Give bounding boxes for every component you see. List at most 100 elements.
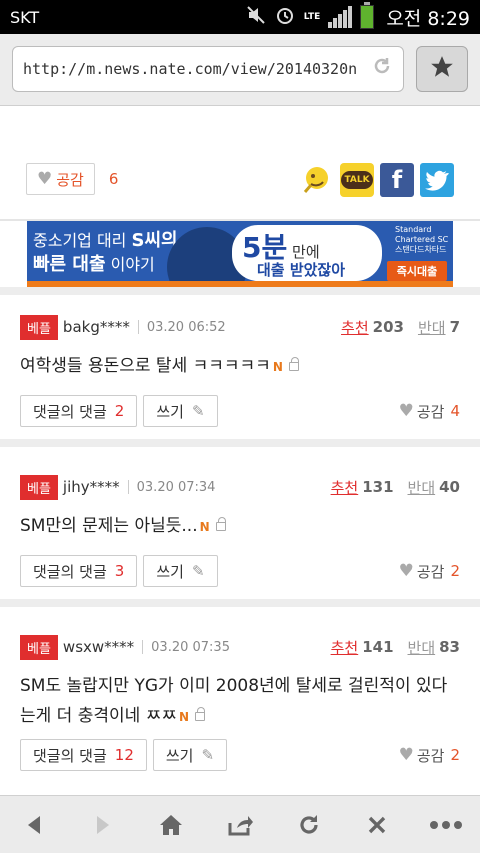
kakaotalk-icon[interactable]: TALK: [340, 163, 374, 197]
heart-icon: ♥: [37, 169, 53, 189]
bookmark-button[interactable]: [416, 46, 468, 92]
reply-count: 12: [114, 746, 134, 764]
comment-text: 여학생들 용돈으로 탈세 ㅋㅋㅋㅋㅋ N: [20, 351, 460, 382]
comment-header: 베플 wsxw**** 03.20 07:35 추천 141 반대 83: [20, 634, 460, 660]
comment-like-button[interactable]: ♥ 공감 2: [399, 561, 460, 582]
lock-icon: [215, 516, 226, 531]
reply-button[interactable]: 댓글의 댓글 3: [20, 555, 138, 587]
comment-date: 03.20 07:34: [136, 479, 216, 495]
sponsor-logo: Standard Chartered SC 스탠다드차타드: [395, 225, 449, 254]
article-like-label: 공감: [56, 170, 84, 189]
comment-like-count: 2: [450, 746, 460, 764]
divider: [0, 599, 480, 607]
reload-icon[interactable]: [371, 55, 393, 83]
article-like-button[interactable]: ♥ 공감: [26, 163, 95, 195]
vote-box: 추천 203 반대 7: [341, 317, 460, 338]
refresh-button[interactable]: [279, 800, 339, 850]
star-icon: [429, 54, 455, 84]
divider: [137, 320, 139, 334]
oppose-count: 40: [439, 478, 460, 496]
recommend-count: 203: [372, 318, 404, 336]
article-like-bar: ♥ 공감 6: [26, 163, 118, 195]
heart-icon: ♥: [398, 745, 414, 765]
comment-actions: 댓글의 댓글 3 쓰기 ✎ ♥ 공감 2: [20, 555, 460, 587]
facebook-icon[interactable]: f: [380, 163, 414, 197]
share-icon: [228, 815, 253, 835]
vote-box: 추천 141 반대 83: [331, 637, 460, 658]
home-icon: [160, 814, 183, 835]
banner-subline: 대출 받았잖아: [257, 261, 346, 279]
divider: [0, 439, 480, 447]
recommend-link[interactable]: 추천: [331, 477, 359, 498]
lock-icon: [288, 356, 299, 371]
comment-date: 03.20 06:52: [146, 319, 226, 335]
recommend-link[interactable]: 추천: [341, 317, 369, 338]
best-badge: 베플: [20, 634, 58, 660]
recommend-count: 131: [362, 478, 394, 496]
pencil-icon: ✎: [191, 402, 205, 420]
comment-header: 베플 bakg**** 03.20 06:52 추천 203 반대 7: [20, 314, 460, 340]
article-like-count: 6: [108, 170, 119, 188]
oppose-link[interactable]: 반대: [418, 317, 446, 338]
recommend-count: 141: [362, 638, 394, 656]
comment-user[interactable]: jihy****: [63, 478, 120, 496]
write-reply-button[interactable]: 쓰기 ✎: [143, 395, 218, 427]
oppose-link[interactable]: 반대: [408, 477, 436, 498]
comment-actions: 댓글의 댓글 2 쓰기 ✎ ♥ 공감 4: [20, 395, 460, 427]
carrier-label: SKT: [10, 7, 40, 27]
more-button[interactable]: [416, 800, 476, 850]
comment-like-count: 2: [450, 562, 460, 580]
back-button[interactable]: [4, 800, 64, 850]
twitter-icon[interactable]: [420, 163, 454, 197]
kakaostory-icon[interactable]: [300, 163, 334, 197]
divider: [142, 640, 144, 654]
oppose-count: 7: [449, 318, 460, 336]
forward-button[interactable]: [73, 800, 133, 850]
close-icon: [368, 816, 386, 833]
address-bar[interactable]: http://m.news.nate.com/view/20140320n: [12, 46, 404, 92]
best-badge: 베플: [20, 314, 58, 340]
oppose-count: 83: [439, 638, 460, 656]
close-button[interactable]: [347, 800, 407, 850]
share-buttons: TALK f: [300, 163, 454, 197]
banner-cta-button[interactable]: 즉시대출: [387, 261, 447, 281]
reply-button[interactable]: 댓글의 댓글 2: [20, 395, 138, 427]
comment-user[interactable]: bakg****: [63, 318, 130, 336]
ad-banner[interactable]: 중소기업 대리 S씨의 빠른 대출 이야기 5분 만에 대출 받았잖아 Stan…: [27, 221, 453, 287]
page-content: ♥ 공감 6 TALK f 중소기업 대리 S씨의 빠른 대출 이야기 5분 만…: [0, 107, 480, 795]
forward-icon: [96, 815, 109, 834]
more-icon: [429, 820, 462, 829]
mute-icon: [246, 5, 266, 29]
url-text[interactable]: http://m.news.nate.com/view/20140320n: [23, 60, 371, 78]
lock-icon: [195, 706, 206, 721]
browser-nav-bar: [0, 795, 480, 853]
new-icon: N: [178, 710, 190, 724]
reply-count: 3: [114, 562, 125, 580]
comment-user[interactable]: wsxw****: [63, 638, 134, 656]
browser-toolbar: http://m.news.nate.com/view/20140320n: [0, 34, 480, 106]
vote-box: 추천 131 반대 40: [331, 477, 460, 498]
alarm-icon: [274, 4, 296, 30]
lte-icon: LTE: [303, 11, 321, 22]
battery-icon: [360, 2, 375, 29]
back-icon: [28, 815, 41, 834]
divider: [127, 480, 129, 494]
new-icon: N: [199, 520, 210, 534]
pencil-icon: ✎: [191, 562, 205, 580]
comment-like-button[interactable]: ♥ 공감 4: [399, 401, 460, 422]
write-reply-button[interactable]: 쓰기 ✎: [143, 555, 218, 587]
reply-button[interactable]: 댓글의 댓글 12: [20, 739, 147, 771]
comment-like-button[interactable]: ♥ 공감 2: [399, 745, 460, 766]
banner-text: 중소기업 대리 S씨의 빠른 대출 이야기: [33, 230, 178, 275]
pencil-icon: ✎: [201, 746, 215, 764]
home-button[interactable]: [141, 800, 201, 850]
share-button[interactable]: [210, 800, 270, 850]
kakaotalk-label: TALK: [341, 171, 373, 189]
oppose-link[interactable]: 반대: [408, 637, 436, 658]
refresh-icon: [299, 814, 318, 834]
signal-icon: [328, 6, 353, 28]
recommend-link[interactable]: 추천: [331, 637, 359, 658]
write-reply-button[interactable]: 쓰기 ✎: [152, 739, 228, 771]
new-icon: N: [272, 360, 283, 374]
reply-count: 2: [114, 402, 125, 420]
